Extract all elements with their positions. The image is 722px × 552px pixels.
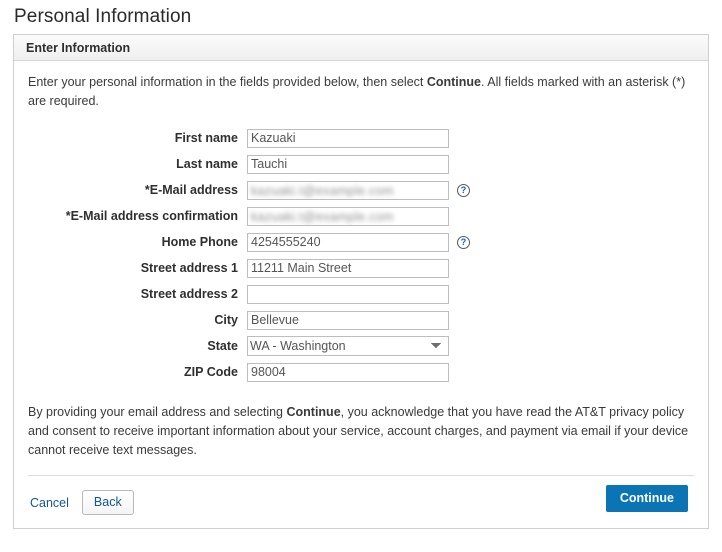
footer-actions: Cancel Back Continue — [28, 476, 694, 515]
help-icon-home-phone[interactable]: ? — [457, 235, 470, 249]
form-row-state: State WA - Washington — [28, 333, 694, 359]
form-row-street-address-1: Street address 1 — [28, 255, 694, 281]
form-row-street-address-2: Street address 2 — [28, 281, 694, 307]
disclaimer-bold-continue: Continue — [286, 405, 341, 419]
label-last-name: Last name — [176, 157, 238, 171]
label-email-address: *E-Mail address — [144, 183, 238, 197]
intro-text: Enter your personal information in the f… — [28, 73, 694, 111]
label-state: State — [207, 339, 238, 353]
panel-body: Enter your personal information in the f… — [14, 61, 708, 515]
intro-bold-continue: Continue — [426, 75, 482, 89]
disclaimer-prefix: By providing your email address and sele… — [28, 405, 287, 419]
select-state[interactable]: WA - Washington — [247, 336, 449, 356]
input-street-address-2[interactable] — [247, 284, 449, 304]
label-street-address-2: Street address 2 — [140, 287, 238, 301]
personal-information-form: First name Last name *E-Mail address kazuak… — [28, 125, 694, 385]
intro-prefix: Enter your personal information in the f… — [28, 75, 427, 89]
form-row-city: City — [28, 307, 694, 333]
panel-header-title: Enter Information — [26, 40, 131, 55]
personal-information-panel: Enter Information Enter your personal in… — [13, 34, 709, 529]
help-icon-email-address[interactable]: ? — [457, 183, 470, 197]
page-title: Personal Information — [14, 6, 192, 27]
form-row-last-name: Last name — [28, 151, 694, 177]
form-row-home-phone: Home Phone? — [28, 229, 694, 255]
form-row-first-name: First name — [28, 125, 694, 151]
input-zip-code[interactable] — [247, 362, 449, 382]
form-row-zip-code: ZIP Code — [28, 359, 694, 385]
label-email-address-confirmation: *E-Mail address confirmation — [65, 209, 238, 223]
form-row-email-address: *E-Mail address kazuaki.t@example.com? — [28, 177, 694, 203]
disclaimer-text: By providing your email address and sele… — [28, 403, 694, 460]
input-last-name[interactable] — [247, 154, 449, 174]
back-button[interactable]: Back — [81, 490, 134, 515]
redacted-value-email-address: kazuaki.t@example.com — [251, 183, 394, 198]
redacted-value-email-address-confirmation: kazuaki.t@example.com — [251, 209, 394, 224]
label-first-name: First name — [174, 131, 238, 145]
input-email-address-confirmation[interactable]: kazuaki.t@example.com — [247, 206, 449, 226]
input-street-address-1[interactable] — [247, 258, 449, 278]
panel-header: Enter Information — [14, 35, 708, 61]
label-home-phone: Home Phone — [161, 235, 238, 249]
label-zip-code: ZIP Code — [184, 365, 238, 379]
input-city[interactable] — [247, 310, 449, 330]
input-email-address[interactable]: kazuaki.t@example.com — [247, 180, 449, 200]
form-row-email-address-confirmation: *E-Mail address confirmation kazuaki.t@ex… — [28, 203, 694, 229]
continue-button[interactable]: Continue — [605, 485, 688, 512]
cancel-link[interactable]: Cancel — [30, 496, 69, 510]
input-first-name[interactable] — [247, 128, 449, 148]
label-street-address-1: Street address 1 — [140, 261, 238, 275]
input-home-phone[interactable] — [247, 232, 449, 252]
label-city: City — [214, 313, 238, 327]
